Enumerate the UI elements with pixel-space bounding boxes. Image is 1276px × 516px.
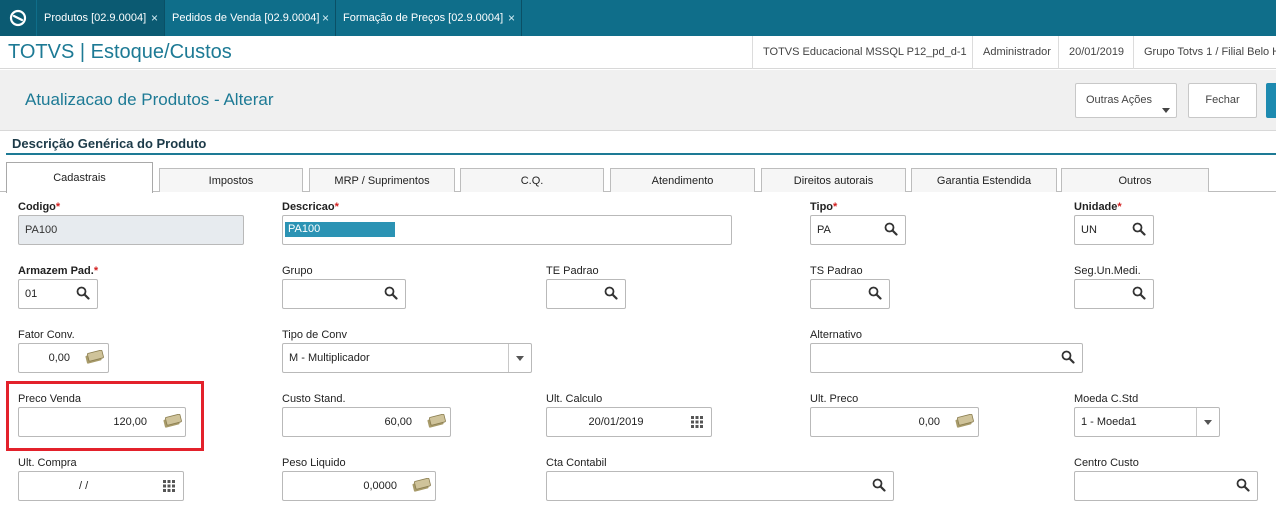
selected-text: PA100 [285, 222, 395, 237]
app-header: TOTVS | Estoque/Custos TOTVS Educacional… [0, 36, 1276, 69]
descricao-field[interactable]: PA100 [282, 215, 732, 245]
search-icon[interactable] [604, 286, 618, 300]
search-icon[interactable] [1132, 286, 1146, 300]
armazem-label: Armazem Pad.* [18, 265, 99, 277]
ult-calculo-field[interactable]: 20/01/2019 [546, 407, 712, 437]
close-icon[interactable]: × [322, 0, 329, 36]
close-button[interactable]: Fechar [1188, 83, 1257, 118]
tipo-conv-label: Tipo de Conv [282, 329, 348, 341]
search-icon[interactable] [76, 286, 90, 300]
search-icon[interactable] [1061, 350, 1075, 364]
search-icon[interactable] [872, 478, 886, 492]
more-actions-label: Outras Ações [1085, 94, 1153, 106]
totvs-logo-icon [9, 9, 27, 27]
codigo-label: Codigo* [18, 201, 61, 213]
alternativo-field[interactable] [810, 343, 1083, 373]
window-tab-label: Pedidos de Venda [02.9.0004] [172, 12, 320, 24]
tab-cadastrais[interactable]: Cadastrais [6, 162, 153, 193]
highlight-box [6, 381, 204, 451]
tipo-label: Tipo* [810, 201, 838, 213]
cta-contabil-label: Cta Contabil [546, 457, 607, 469]
tab-direitos-autorais[interactable]: Direitos autorais [761, 168, 906, 192]
confirm-button[interactable] [1266, 83, 1276, 118]
money-icon[interactable] [84, 350, 104, 364]
cta-contabil-field[interactable] [546, 471, 894, 501]
descricao-label: Descricao* [282, 201, 339, 213]
more-actions-button[interactable]: Outras Ações [1075, 83, 1177, 118]
window-tab-label: Produtos [02.9.0004] [44, 12, 147, 24]
search-icon[interactable] [868, 286, 882, 300]
calendar-icon[interactable] [690, 415, 704, 429]
ts-padrao-label: TS Padrao [810, 265, 863, 277]
codigo-field[interactable]: PA100 [18, 215, 244, 245]
tab-outros[interactable]: Outros [1061, 168, 1209, 192]
te-padrao-label: TE Padrao [546, 265, 599, 277]
window-tab-formacao[interactable]: Formação de Preços [02.9.0004] × [336, 0, 522, 36]
chevron-down-icon [516, 356, 524, 361]
tab-cq[interactable]: C.Q. [460, 168, 604, 192]
section-title: Descrição Genérica do Produto [12, 136, 207, 151]
money-icon[interactable] [426, 414, 446, 428]
select-divider [508, 344, 509, 372]
tab-mrp-suprimentos[interactable]: MRP / Suprimentos [309, 168, 455, 192]
close-icon[interactable]: × [151, 0, 158, 36]
ult-compra-label: Ult. Compra [18, 457, 77, 469]
window-tab-produtos[interactable]: Produtos [02.9.0004] × [37, 0, 165, 36]
search-icon[interactable] [884, 222, 898, 236]
search-icon[interactable] [384, 286, 398, 300]
money-icon[interactable] [411, 478, 431, 492]
custo-stand-label: Custo Stand. [282, 393, 346, 405]
centro-custo-field[interactable] [1074, 471, 1258, 501]
unidade-label: Unidade* [1074, 201, 1122, 213]
page-title: Atualizacao de Produtos - Alterar [25, 90, 274, 109]
alternativo-label: Alternativo [810, 329, 862, 341]
branch-label: Grupo Totvs 1 / Filial Belo H [1133, 36, 1276, 69]
window-tab-pedidos[interactable]: Pedidos de Venda [02.9.0004] × [165, 0, 336, 36]
page-header: Atualizacao de Produtos - Alterar Outras… [0, 70, 1276, 131]
tab-garantia-estendida[interactable]: Garantia Estendida [911, 168, 1057, 192]
grupo-label: Grupo [282, 265, 313, 277]
fator-conv-label: Fator Conv. [18, 329, 75, 341]
ult-compra-field[interactable]: / / [18, 471, 184, 501]
totvs-logo[interactable] [0, 0, 36, 36]
seg-un-label: Seg.Un.Medi. [1074, 265, 1141, 277]
ult-preco-label: Ult. Preco [810, 393, 859, 405]
calendar-icon[interactable] [162, 479, 176, 493]
app-title: TOTVS | Estoque/Custos [8, 41, 232, 63]
moeda-label: Moeda C.Std [1074, 393, 1139, 405]
date-label: 20/01/2019 [1058, 36, 1124, 69]
window-tab-label: Formação de Preços [02.9.0004] [343, 12, 504, 24]
select-divider [1196, 408, 1197, 436]
caret-down-icon [1162, 108, 1170, 113]
tipo-conv-value: M - Multiplicador [289, 352, 370, 364]
search-icon[interactable] [1132, 222, 1146, 236]
close-icon[interactable]: × [508, 0, 515, 36]
moeda-select[interactable]: 1 - Moeda1 [1074, 407, 1220, 437]
ult-calculo-label: Ult. Calculo [546, 393, 603, 405]
tipo-conv-select[interactable]: M - Multiplicador [282, 343, 532, 373]
section-divider [6, 153, 1276, 155]
moeda-value: 1 - Moeda1 [1081, 416, 1137, 428]
peso-liquido-label: Peso Liquido [282, 457, 346, 469]
tab-atendimento[interactable]: Atendimento [610, 168, 755, 192]
user-label: Administrador [972, 36, 1051, 69]
search-icon[interactable] [1236, 478, 1250, 492]
money-icon[interactable] [954, 414, 974, 428]
tab-impostos[interactable]: Impostos [159, 168, 303, 192]
chevron-down-icon [1204, 420, 1212, 425]
centro-custo-label: Centro Custo [1074, 457, 1139, 469]
environment-label: TOTVS Educacional MSSQL P12_pd_d-1 [752, 36, 967, 69]
window-tab-bar: Produtos [02.9.0004] × Pedidos de Venda … [0, 0, 1276, 36]
